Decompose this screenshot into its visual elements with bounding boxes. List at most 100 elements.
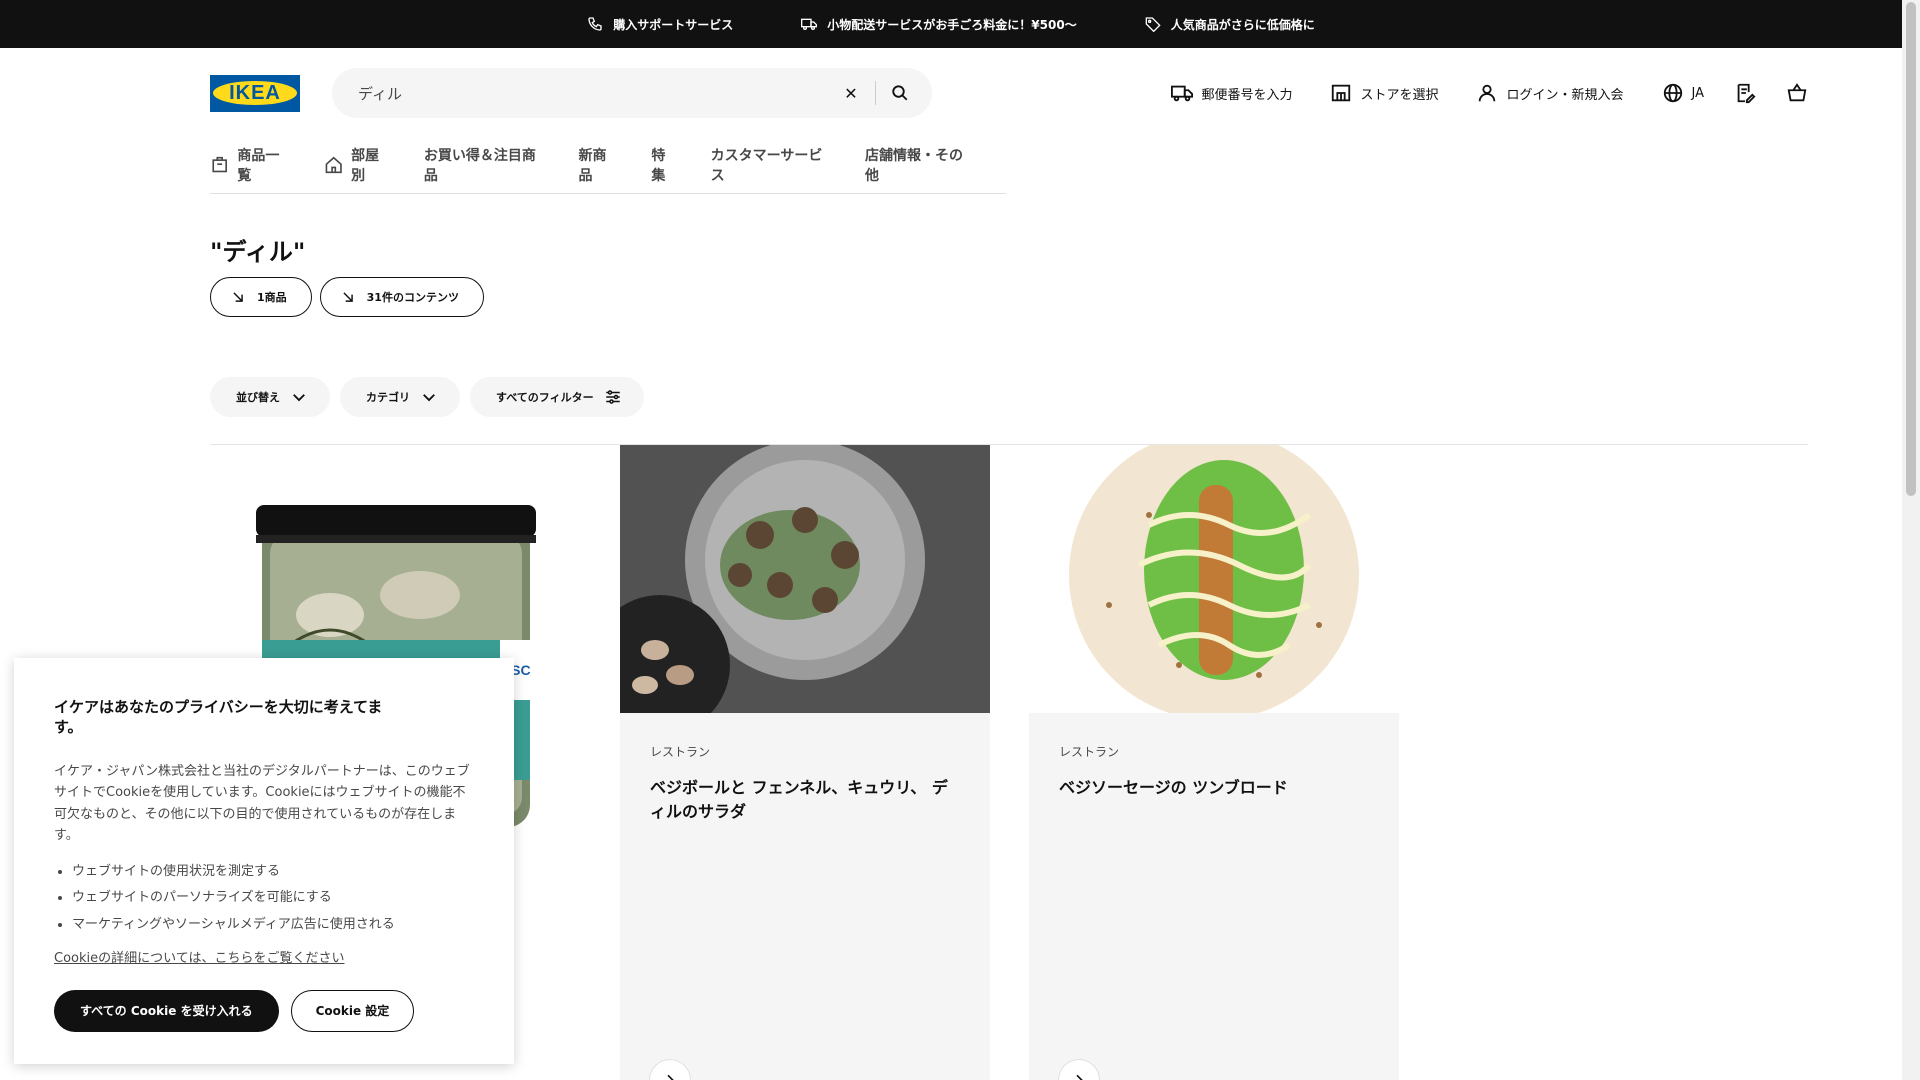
wrap-illustration <box>1029 445 1399 713</box>
store-select-label: ストアを選択 <box>1360 87 1439 103</box>
nav-item-store-info[interactable]: 店舗情報・その他 <box>865 148 974 184</box>
products-count-chip[interactable]: 1商品 <box>210 277 312 317</box>
recipe-title: ベジボールと フェンネル、キュウリ、 ディルのサラダ <box>650 778 948 821</box>
recipe-card-body: レストラン ベジソーセージの ツンブロード <box>1029 713 1399 830</box>
nav-item-features[interactable]: 特集 <box>651 148 678 184</box>
search-button[interactable] <box>888 81 912 105</box>
recipe-category: レストラン <box>1059 745 1120 759</box>
page-scrollbar[interactable] <box>1902 0 1920 1080</box>
nav-item-deals[interactable]: お買い得＆注目商品 <box>424 148 547 184</box>
clear-search-icon[interactable]: ✕ <box>839 81 863 105</box>
all-filters-button[interactable]: すべてのフィルター <box>470 377 644 417</box>
recipe-arrow-button[interactable] <box>650 1060 690 1080</box>
nav-item-customer-service[interactable]: カスタマーサービス <box>711 148 833 184</box>
nav-item-label: 新商品 <box>578 148 607 184</box>
results-title: "ディル" <box>210 238 306 266</box>
topbar-item-lower-price[interactable]: 人気商品がさらに低価格に <box>1145 16 1315 33</box>
chip-label: 1商品 <box>257 291 287 304</box>
home-icon <box>325 156 342 174</box>
topbar-item-support[interactable]: 購入サポートサービス <box>587 16 733 33</box>
cookie-details-link[interactable]: Cookieの詳細については、こちらをご覧ください <box>54 947 344 966</box>
user-icon <box>1479 84 1496 102</box>
store-select-button[interactable]: ストアを選択 <box>1330 82 1438 104</box>
postal-code-button[interactable]: 郵便番号を入力 <box>1171 82 1292 104</box>
cookie-purpose-item: ウェブサイトのパーソナライズを可能にする <box>72 885 474 912</box>
login-button[interactable]: ログイン・新規入会 <box>1476 82 1624 104</box>
nav-item-rooms[interactable]: 部屋別 <box>324 148 392 184</box>
topbar-item-label: 人気商品がさらに低価格に <box>1170 17 1315 32</box>
scrollbar-thumb[interactable] <box>1906 2 1916 496</box>
cart-button[interactable] <box>1786 82 1808 104</box>
recipe-card[interactable]: レストラン ベジソーセージの ツンブロード <box>1029 445 1399 1080</box>
cookie-purpose-item: ウェブサイトの使用状況を測定する <box>72 859 474 886</box>
site-header: IKEA ✕ 郵便番号を入力 ストアを選択 ログイン・新規入会 JA <box>210 62 1808 124</box>
shopping-list-button[interactable] <box>1734 82 1756 104</box>
logo-text: IKEA <box>213 81 297 105</box>
search-divider <box>875 81 876 105</box>
nav-item-label: 商品一覧 <box>237 148 280 184</box>
category-filter[interactable]: カテゴリ <box>340 377 460 417</box>
topbar-item-label: 購入サポートサービス <box>613 17 734 32</box>
box-icon <box>212 156 227 173</box>
cookie-consent-dialog: イケアはあなたのプライバシーを大切に考えてます。 イケア・ジャパン株式会社と当社… <box>14 658 514 1064</box>
sort-filter[interactable]: 並び替え <box>210 377 330 417</box>
cookie-settings-button[interactable]: Cookie 設定 <box>290 989 415 1032</box>
truck-icon <box>801 18 818 30</box>
content-count-chip[interactable]: 31件のコンテンツ <box>319 277 484 317</box>
phone-icon <box>588 17 602 31</box>
nav-item-label: 部屋別 <box>351 148 380 184</box>
recipe-card[interactable]: レストラン ベジボールと フェンネル、キュウリ、 ディルのサラダ <box>620 445 990 1080</box>
filter-label: カテゴリ <box>366 391 410 404</box>
recipe-arrow-button[interactable] <box>1059 1060 1099 1080</box>
cookie-purpose-list: ウェブサイトの使用状況を測定する ウェブサイトのパーソナライズを可能にする マー… <box>54 859 474 939</box>
arrow-down-right-icon <box>233 292 243 302</box>
cookie-description: イケア・ジャパン株式会社と当社のデジタルパートナーは、このウェブサイトでCook… <box>54 764 470 844</box>
nav-item-label: カスタマーサービス <box>710 148 823 184</box>
topbar-item-delivery[interactable]: 小物配送サービスがお手ごろ料金に！¥500〜 <box>801 16 1077 33</box>
filter-sliders-icon <box>605 390 620 404</box>
arrow-down-right-icon <box>343 292 353 302</box>
recipe-title: ベジソーセージの ツンブロード <box>1059 778 1288 797</box>
filter-label: すべてのフィルター <box>496 391 594 404</box>
recipe-card-body: レストラン ベジボールと フェンネル、キュウリ、 ディルのサラダ <box>620 713 990 854</box>
main-nav: 商品一覧 部屋別 お買い得＆注目商品 新商品 特集 カスタマーサービス 店舗情報… <box>210 148 1006 194</box>
basket-icon <box>1787 83 1807 102</box>
filter-bar: 並び替え カテゴリ すべてのフィルター <box>210 377 644 417</box>
search-bar: ✕ <box>332 68 932 118</box>
result-type-chips: 1商品 31件のコンテンツ <box>210 277 484 317</box>
cookie-actions: すべての Cookie を受け入れる Cookie 設定 <box>54 989 474 1032</box>
ikea-logo[interactable]: IKEA <box>210 74 300 112</box>
recipe-category: レストラン <box>650 745 711 759</box>
globe-icon <box>1663 83 1682 103</box>
announcement-bar: 購入サポートサービス 小物配送サービスがお手ごろ料金に！¥500〜 人気商品がさ… <box>0 0 1902 48</box>
store-icon <box>1332 84 1351 102</box>
language-label: JA <box>1691 85 1705 101</box>
arrow-right-icon <box>1076 1074 1083 1080</box>
nav-item-products[interactable]: 商品一覧 <box>210 148 292 184</box>
search-input[interactable] <box>358 84 839 102</box>
cookie-purpose-item: マーケティングやソーシャルメディア広告に使用される <box>72 912 474 939</box>
nav-item-label: 特集 <box>651 148 666 184</box>
tag-icon <box>1145 17 1161 32</box>
chevron-down-icon <box>423 394 435 402</box>
salad-image <box>620 445 990 713</box>
wrap-image <box>1029 445 1399 713</box>
arrow-right-icon <box>667 1074 674 1080</box>
filter-label: 並び替え <box>236 391 280 404</box>
cookie-title: イケアはあなたのプライバシーを大切に考えてます。 <box>54 698 383 736</box>
accept-all-cookies-button[interactable]: すべての Cookie を受け入れる <box>54 989 279 1032</box>
truck-icon <box>1171 85 1194 102</box>
language-button[interactable]: JA <box>1662 82 1705 104</box>
topbar-item-label: 小物配送サービスがお手ごろ料金に！¥500〜 <box>827 17 1077 32</box>
postal-code-label: 郵便番号を入力 <box>1201 87 1293 103</box>
search-icon <box>892 85 908 101</box>
chevron-down-icon <box>293 394 305 402</box>
nav-item-label: 店舗情報・その他 <box>865 148 963 184</box>
login-label: ログイン・新規入会 <box>1506 87 1624 103</box>
header-actions: 郵便番号を入力 ストアを選択 ログイン・新規入会 JA <box>1133 82 1808 104</box>
nav-item-label: お買い得＆注目商品 <box>423 148 536 184</box>
list-edit-icon <box>1737 83 1756 104</box>
nav-item-new[interactable]: 新商品 <box>579 148 620 184</box>
chip-label: 31件のコンテンツ <box>366 291 459 304</box>
salad-illustration <box>620 445 990 713</box>
